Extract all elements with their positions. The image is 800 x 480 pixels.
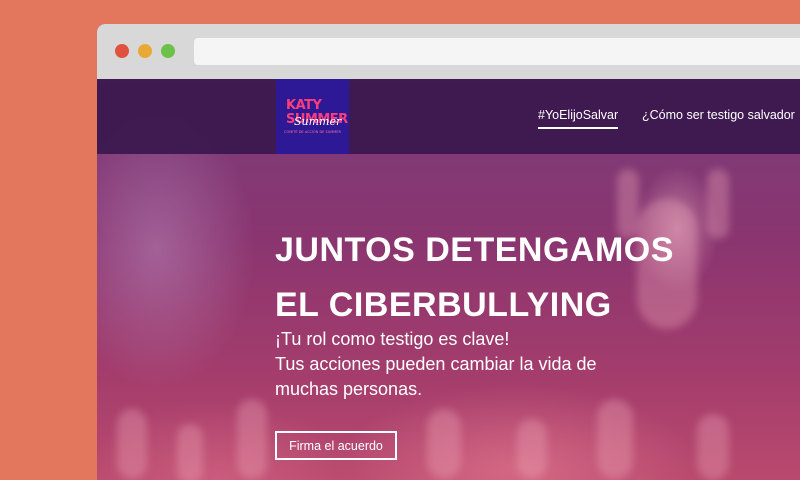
window-minimize-button[interactable] xyxy=(138,44,152,58)
hero-subtitle: ¡Tu rol como testigo es clave! Tus accio… xyxy=(275,327,675,402)
background-crowd-shape xyxy=(117,409,147,479)
address-bar[interactable] xyxy=(194,38,800,65)
hero-subtitle-line-2: Tus acciones pueden cambiar la vida de xyxy=(275,354,597,374)
window-close-button[interactable] xyxy=(115,44,129,58)
logo-script-text: Summer xyxy=(294,115,342,128)
hero-title-line-2: EL CIBERBULLYING xyxy=(275,286,612,324)
background-crowd-shape xyxy=(177,424,203,480)
website-viewport: KATY SUMMER Summer COMITÉ DE ACCIÓN DE S… xyxy=(97,79,800,480)
hero-subtitle-line-3: muchas personas. xyxy=(275,379,423,399)
browser-window: KATY SUMMER Summer COMITÉ DE ACCIÓN DE S… xyxy=(97,24,800,480)
sign-agreement-button[interactable]: Firma el acuerdo xyxy=(275,431,397,460)
hero-title-line-1: JUNTOS DETENGAMOS xyxy=(275,231,674,269)
logo-text-katy: KATY xyxy=(286,98,322,113)
hero-subtitle-line-1: ¡Tu rol como testigo es clave! xyxy=(275,329,510,349)
browser-toolbar xyxy=(97,24,800,79)
katy-summer-logo[interactable]: KATY SUMMER Summer COMITÉ DE ACCIÓN DE S… xyxy=(276,79,349,154)
hero-title: JUNTOS DETENGAMOS EL CIBERBULLYING xyxy=(275,223,745,333)
background-crowd-shape xyxy=(597,399,633,479)
site-navbar: KATY SUMMER Summer COMITÉ DE ACCIÓN DE S… xyxy=(97,79,800,154)
logo-tagline: COMITÉ DE ACCIÓN DE SUMMER xyxy=(284,130,341,134)
background-crowd-shape xyxy=(697,414,729,480)
nav-link-como-ser-testigo[interactable]: ¿Cómo ser testigo salvador xyxy=(642,108,795,122)
window-maximize-button[interactable] xyxy=(161,44,175,58)
background-crowd-shape xyxy=(517,419,547,479)
background-crowd-shape xyxy=(237,399,267,479)
background-crowd-shape xyxy=(427,409,461,479)
nav-link-yo-elijo-salvar[interactable]: #YoElijoSalvar xyxy=(538,108,619,129)
